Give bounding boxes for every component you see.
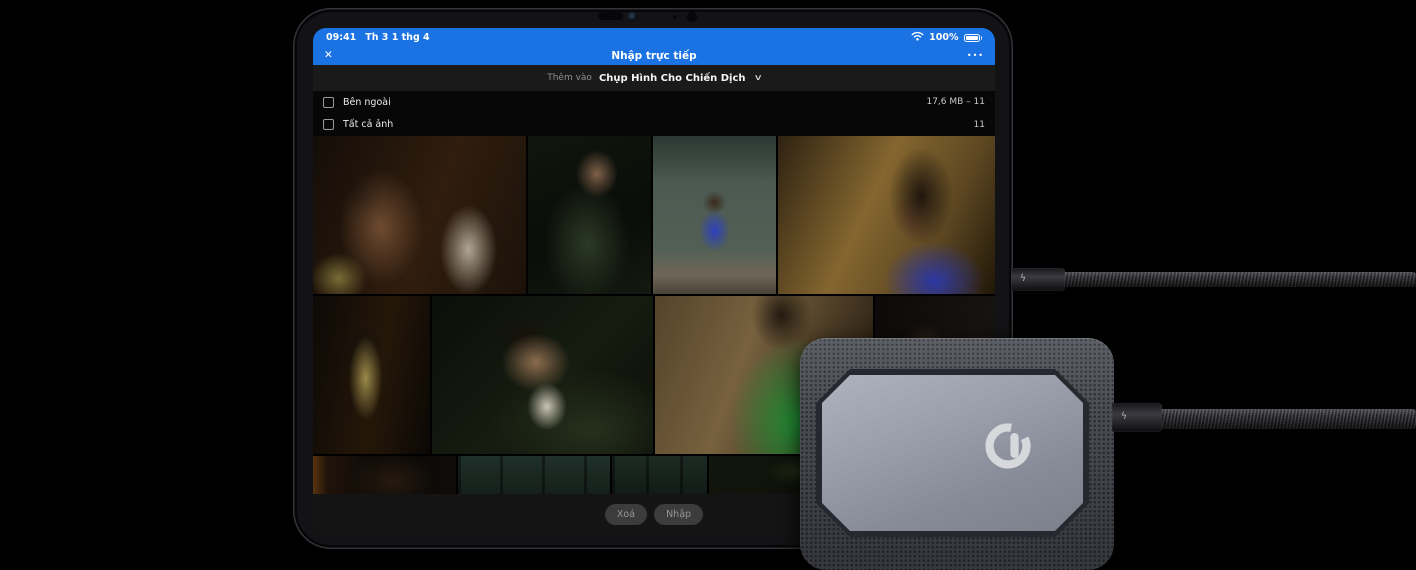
source-row-all-photos[interactable]: Tất cả ảnh 11	[313, 114, 995, 137]
thunderbolt-icon: ϟ	[1020, 275, 1026, 285]
source-row-label: Tất cả ảnh	[343, 119, 393, 130]
front-camera-lens	[628, 12, 637, 21]
photo-thumbnail[interactable]	[528, 136, 651, 294]
import-button[interactable]: Nhập	[654, 504, 703, 525]
wifi-icon	[911, 31, 924, 44]
ssd-plate	[822, 375, 1083, 531]
source-row-label: Bên ngoài	[343, 97, 391, 108]
add-to-label: Thêm vào	[547, 73, 592, 83]
checkbox-all-photos[interactable]	[323, 119, 334, 130]
source-row-detail: 11	[974, 120, 985, 130]
usb-connector-ssd: ϟ	[1112, 403, 1162, 432]
photo-thumbnail[interactable]	[778, 136, 995, 294]
photo-thumbnail[interactable]	[653, 136, 776, 294]
chevron-down-icon: ∨	[753, 73, 762, 83]
status-time: 09:41	[326, 32, 356, 43]
selected-album: Chụp Hình Cho Chiến Dịch	[599, 73, 746, 84]
photo-thumbnail[interactable]	[432, 296, 653, 454]
delete-button[interactable]: Xoá	[605, 504, 647, 525]
g-drive-logo-icon	[982, 420, 1034, 472]
battery-icon	[964, 34, 983, 42]
front-camera-sensor	[687, 12, 697, 22]
more-options-icon[interactable]: •••	[964, 51, 984, 60]
usb-cable-top	[1062, 272, 1416, 287]
photo-grid-row	[313, 136, 995, 294]
checkbox-external[interactable]	[323, 97, 334, 108]
external-ssd-drive	[800, 338, 1114, 570]
battery-percent: 100%	[929, 32, 958, 43]
thunderbolt-icon: ϟ	[1121, 413, 1127, 423]
photo-thumbnail[interactable]	[458, 456, 610, 494]
source-row-detail: 17,6 MB – 11	[926, 97, 985, 107]
source-list: Bên ngoài 17,6 MB – 11 Tất cả ảnh 11	[313, 91, 995, 136]
usb-cable-ssd	[1158, 409, 1416, 429]
photo-thumbnail[interactable]	[313, 456, 456, 494]
photo-thumbnail[interactable]	[313, 136, 526, 294]
photo-thumbnail[interactable]	[313, 296, 430, 454]
front-camera-dot	[673, 15, 677, 19]
photo-thumbnail[interactable]	[612, 456, 707, 494]
usb-connector-top: ϟ	[1011, 268, 1065, 291]
close-icon[interactable]: ✕	[324, 50, 344, 61]
source-row-external[interactable]: Bên ngoài 17,6 MB – 11	[313, 91, 995, 114]
import-header: ✕ Nhập trực tiếp •••	[313, 46, 995, 65]
front-camera-pill	[598, 12, 623, 20]
add-to-bar[interactable]: Thêm vào Chụp Hình Cho Chiến Dịch ∨	[313, 65, 995, 91]
status-bar: 09:41 Th 3 1 thg 4 100%	[313, 28, 995, 46]
status-date: Th 3 1 thg 4	[365, 32, 429, 43]
page-title: Nhập trực tiếp	[344, 50, 964, 62]
